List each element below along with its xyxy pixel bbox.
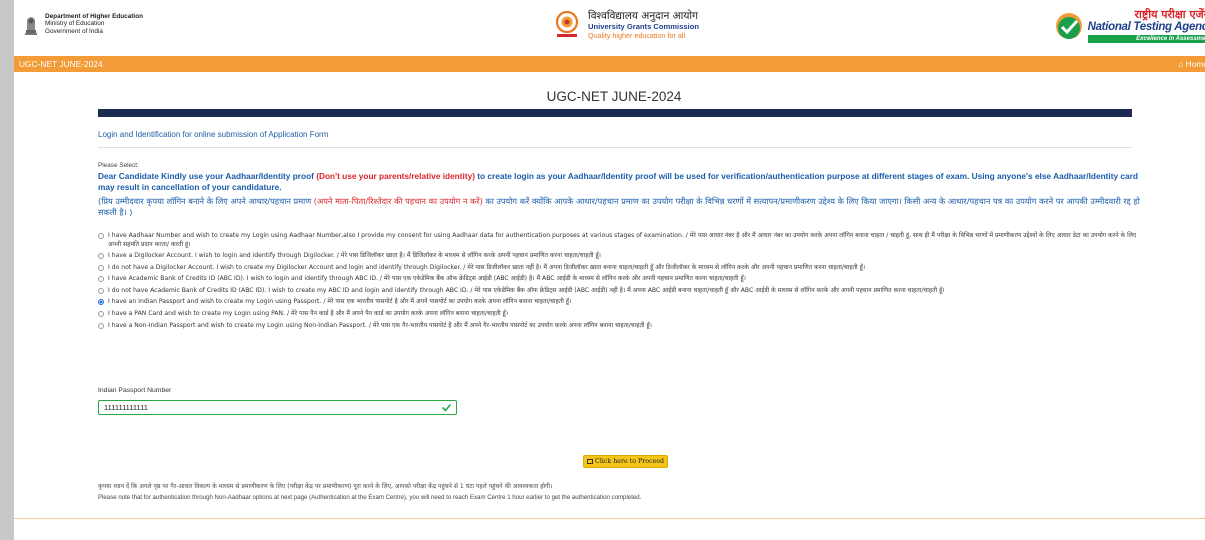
option-indian-passport[interactable]: I have an Indian Passport and wish to cr… bbox=[98, 298, 1146, 307]
option-non-indian-passport-label: I have a Non-Indian Passport and wish to… bbox=[108, 321, 652, 329]
option-abc-id[interactable]: I have Academic Bank of Credits ID (ABC … bbox=[98, 275, 1146, 284]
radio-no-digilocker[interactable] bbox=[98, 264, 104, 271]
option-non-indian-passport[interactable]: I have a Non-Indian Passport and wish to… bbox=[98, 322, 1146, 331]
home-icon: ⌂ bbox=[1178, 59, 1186, 69]
national-emblem-icon bbox=[25, 17, 37, 35]
footer-divider bbox=[14, 518, 1205, 519]
login-icon bbox=[587, 459, 593, 464]
moe-line2: Ministry of Education bbox=[45, 20, 105, 28]
nta-hindi-name: राष्ट्रीय परीक्षा एजेंसी bbox=[1134, 8, 1205, 21]
nta-logo-block[interactable]: राष्ट्रीय परीक्षा एजेंसी National Testin… bbox=[1054, 9, 1205, 43]
ugc-tagline: Quality higher education for all bbox=[588, 31, 686, 40]
option-digilocker[interactable]: I have a Digilocker Account. I wish to l… bbox=[98, 252, 1146, 261]
title-divider-bar bbox=[98, 109, 1132, 117]
section-heading: Login and Identification for online subm… bbox=[98, 130, 329, 139]
warning-en-red: (Don't use your parents/relative identit… bbox=[316, 171, 475, 181]
proceed-button-label: Click here to Proceed bbox=[595, 458, 665, 465]
moe-line1: Department of Higher Education bbox=[45, 12, 143, 20]
ugc-logo-icon bbox=[555, 11, 579, 37]
check-icon bbox=[441, 403, 452, 412]
home-link-label: Home bbox=[1185, 59, 1205, 69]
radio-indian-passport[interactable] bbox=[98, 299, 104, 306]
passport-number-label: Indian Passport Number bbox=[98, 387, 172, 394]
section-divider bbox=[98, 147, 1132, 148]
warning-hindi: (प्रिय उम्मीदवार कृपया लॉगिन बनाने के लि… bbox=[98, 196, 1144, 218]
option-indian-passport-label: I have an Indian Passport and wish to cr… bbox=[108, 298, 572, 306]
site-header: Department of Higher Education Ministry … bbox=[14, 0, 1205, 56]
radio-pan[interactable] bbox=[98, 311, 104, 318]
radio-aadhaar[interactable] bbox=[98, 233, 104, 239]
moe-line3: Government of India bbox=[45, 27, 103, 35]
passport-number-input[interactable] bbox=[98, 400, 457, 415]
ugc-logo-block[interactable]: विश्वविद्यालय अनुदान आयोग University Gra… bbox=[554, 10, 699, 40]
nta-check-logo-icon bbox=[1055, 13, 1082, 39]
radio-digilocker[interactable] bbox=[98, 253, 104, 260]
page-title: UGC-NET JUNE-2024 bbox=[546, 89, 682, 104]
ugc-hindi-name: विश्वविद्यालय अनुदान आयोग bbox=[588, 10, 699, 22]
option-abc-id-label: I have Academic Bank of Credits ID (ABC … bbox=[108, 275, 746, 283]
radio-non-indian-passport[interactable] bbox=[98, 322, 104, 329]
radio-abc-id[interactable] bbox=[98, 276, 104, 283]
warning-hi-part1: (प्रिय उम्मीदवार कृपया लॉगिन बनाने के लि… bbox=[98, 196, 312, 206]
login-options-group: I have Aadhaar Number and wish to create… bbox=[98, 232, 1146, 333]
warning-hi-red: (अपने माता-पिता/रिश्तेदार की पहचान का उप… bbox=[313, 196, 483, 206]
option-no-abc-id-label: I do not have Academic Bank of Credits I… bbox=[108, 286, 945, 294]
top-navbar: UGC-NET JUNE-2024 ⌂ Home bbox=[14, 56, 1205, 72]
option-pan[interactable]: I have a PAN Card and wish to create my … bbox=[98, 310, 1146, 319]
option-aadhaar[interactable]: I have Aadhaar Number and wish to create… bbox=[98, 232, 1146, 249]
note-english: Please note that for authentication thro… bbox=[98, 494, 642, 501]
home-link[interactable]: ⌂ Home bbox=[1178, 59, 1205, 69]
page-frame: Department of Higher Education Ministry … bbox=[14, 0, 1205, 540]
warning-english: Dear Candidate Kindly use your Aadhaar/I… bbox=[98, 171, 1144, 192]
option-no-abc-id[interactable]: I do not have Academic Bank of Credits I… bbox=[98, 287, 1146, 296]
ugc-english-name: University Grants Commission bbox=[588, 22, 699, 31]
option-aadhaar-label: I have Aadhaar Number and wish to create… bbox=[108, 232, 1137, 248]
option-no-digilocker-label: I do not have a Digilocker Account. I wi… bbox=[108, 263, 866, 271]
nta-tagline: Excellence in Assessment bbox=[1087, 35, 1205, 43]
option-no-digilocker[interactable]: I do not have a Digilocker Account. I wi… bbox=[98, 264, 1146, 273]
proceed-button[interactable]: Click here to Proceed bbox=[583, 455, 669, 468]
please-select-label: Please Select: bbox=[98, 162, 139, 169]
warning-en-part1: Dear Candidate Kindly use your Aadhaar/I… bbox=[98, 171, 314, 181]
radio-no-abc-id[interactable] bbox=[98, 287, 104, 294]
option-pan-label: I have a PAN Card and wish to create my … bbox=[108, 310, 509, 318]
note-hindi: कृपया ध्यान दें कि अगले पृष्ठ पर गैर-आधा… bbox=[98, 483, 553, 490]
navbar-title: UGC-NET JUNE-2024 bbox=[19, 59, 103, 69]
option-digilocker-label: I have a Digilocker Account. I wish to l… bbox=[108, 252, 601, 260]
moe-logo-block[interactable]: Department of Higher Education Ministry … bbox=[23, 12, 143, 36]
nta-english-name: National Testing Agency bbox=[1087, 21, 1205, 33]
